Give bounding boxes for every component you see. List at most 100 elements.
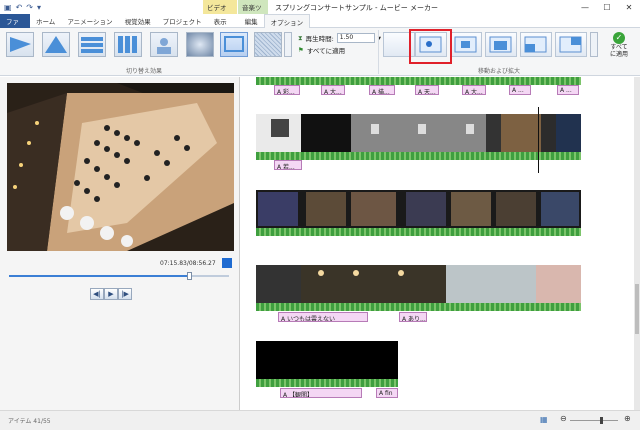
tab-animations[interactable]: アニメーション xyxy=(61,14,118,28)
window-title: スプリングコンサートサンプル - ムービー メーカー xyxy=(275,4,438,12)
caption-clip[interactable]: A 天... xyxy=(415,85,439,95)
play-icon[interactable]: ▶ xyxy=(104,288,118,300)
seek-thumb[interactable] xyxy=(187,272,193,280)
thumbnail-size-icon[interactable]: ▦ xyxy=(540,415,548,424)
previous-frame-icon[interactable]: ◀| xyxy=(90,288,104,300)
seek-bar[interactable] xyxy=(9,272,229,280)
ribbon-divider xyxy=(378,30,379,74)
tab-file[interactable]: ファイル xyxy=(0,14,30,36)
ribbon-tabs: ファイル ホーム アニメーション 視覚効果 プロジェクト 表示 編集 オプション xyxy=(0,14,640,36)
caption-clip[interactable]: A 彩... xyxy=(274,85,300,95)
zoom-thumb[interactable] xyxy=(600,417,603,424)
caption-clip[interactable]: A 大... xyxy=(321,85,345,95)
undo-icon[interactable]: ↶ xyxy=(16,3,23,12)
caption-clip[interactable]: A ... xyxy=(557,85,579,95)
zoom-in-icon[interactable]: ⊕ xyxy=(624,414,631,423)
seek-fill xyxy=(9,275,190,277)
audio-waveform xyxy=(256,77,581,85)
transition-thumb-1[interactable] xyxy=(6,32,34,57)
apply-all-transitions-button[interactable]: すべてに適用 xyxy=(307,45,345,55)
pan-zoom-icon xyxy=(454,36,477,53)
transition-thumb-5[interactable] xyxy=(150,32,178,57)
fullscreen-icon[interactable] xyxy=(222,258,232,268)
transitions-group-label: 切り替え効果 xyxy=(126,68,163,75)
title-bar: ▣ ↶ ↷ ▾ ビデオ ツール 音楽ツール スプリングコンサートサンプル - ム… xyxy=(0,0,640,22)
quick-access-toolbar: ▣ ↶ ↷ ▾ xyxy=(0,3,41,12)
audio-waveform xyxy=(256,228,581,236)
pan-zoom-gallery-scroll[interactable] xyxy=(590,32,598,57)
apply-all-icon: ⚑ xyxy=(298,46,304,54)
caption-clip[interactable]: A 描... xyxy=(369,85,395,95)
transition-thumb-3[interactable] xyxy=(78,32,106,57)
caption-clip[interactable]: A 大... xyxy=(462,85,486,95)
check-icon: ✓ xyxy=(613,32,625,44)
qat-dropdown-icon[interactable]: ▾ xyxy=(37,3,41,12)
redo-icon[interactable]: ↷ xyxy=(26,3,33,12)
duration-icon: ⧗ xyxy=(298,33,303,42)
pan-zoom-icon xyxy=(489,36,512,53)
pan-zoom-icon xyxy=(559,36,582,53)
video-thumbnails xyxy=(256,265,581,303)
playhead[interactable] xyxy=(538,107,539,173)
next-frame-icon[interactable]: |▶ xyxy=(118,288,132,300)
video-clip[interactable] xyxy=(256,341,398,379)
storyboard-scrollbar[interactable] xyxy=(634,77,640,410)
apply-all-pan-zoom-button[interactable]: ✓ すべて に適用 xyxy=(602,32,636,58)
transition-thumb-6[interactable] xyxy=(186,32,214,57)
save-icon[interactable]: ▣ xyxy=(4,3,12,12)
caption-clip[interactable]: A 若... xyxy=(274,160,302,170)
storyboard: A 彩... A 大... A 描... A 天... A 大... A ...… xyxy=(241,77,634,410)
tab-edit[interactable]: 編集 xyxy=(239,14,264,28)
tab-project[interactable]: プロジェクト xyxy=(157,14,208,28)
transition-icon xyxy=(118,36,137,53)
transport-controls: ◀| ▶ |▶ xyxy=(90,288,132,300)
scrollbar-thumb[interactable] xyxy=(635,284,639,334)
pan-zoom-group-label: 移動および拡大 xyxy=(478,68,521,75)
audio-tools-context-tab: 音楽ツール xyxy=(238,0,268,22)
transition-icon xyxy=(10,37,31,52)
pan-zoom-option-6[interactable] xyxy=(555,32,587,57)
transition-gallery-scroll[interactable] xyxy=(284,32,292,57)
tab-visual-effects[interactable]: 視覚効果 xyxy=(119,14,157,28)
transition-thumb-8[interactable] xyxy=(254,32,282,57)
pan-zoom-option-3[interactable] xyxy=(450,32,482,57)
pan-zoom-option-4[interactable] xyxy=(485,32,517,57)
item-count: アイテム 41/55 xyxy=(8,418,51,425)
zoom-out-icon[interactable]: ⊖ xyxy=(560,414,567,423)
transition-icon xyxy=(224,36,244,52)
video-tools-context-tab: ビデオ ツール xyxy=(203,0,237,22)
ribbon: 切り替え効果 ⧗ 再生時間: 1.50 ▾ ⚑ すべてに適用 移動および拡大 ✓… xyxy=(0,28,640,76)
video-thumbnails xyxy=(256,114,581,152)
playback-timestamp: 07:15.83/08:56.27 xyxy=(160,260,216,267)
status-bar: アイテム 41/55 ▦ ⊖ ⊕ xyxy=(0,410,640,430)
minimize-icon[interactable]: — xyxy=(574,0,596,14)
audio-waveform xyxy=(256,303,581,311)
caption-clip[interactable]: A 【観閲】 xyxy=(280,388,362,398)
caption-clip[interactable]: A あり... xyxy=(399,312,427,322)
duration-input[interactable]: 1.50 xyxy=(336,33,375,43)
pan-zoom-option-5[interactable] xyxy=(520,32,552,57)
caption-clip[interactable]: A ... xyxy=(509,85,531,95)
audio-waveform xyxy=(256,379,398,387)
caption-clip[interactable]: A fin xyxy=(376,388,398,398)
maximize-icon[interactable]: ☐ xyxy=(596,0,618,14)
transition-options: ⧗ 再生時間: 1.50 ▾ ⚑ すべてに適用 xyxy=(298,32,381,56)
apply-all-pan-label: すべて に適用 xyxy=(609,44,628,58)
tab-options[interactable]: オプション xyxy=(263,14,311,28)
video-clip[interactable] xyxy=(256,190,581,228)
caption-clip[interactable]: A いつもは雲えない xyxy=(278,312,368,322)
video-thumbnails xyxy=(256,190,581,228)
video-clip[interactable] xyxy=(256,114,581,152)
close-icon[interactable]: ✕ xyxy=(618,0,640,14)
transition-thumb-2[interactable] xyxy=(42,32,70,57)
audio-waveform xyxy=(256,152,581,160)
video-preview[interactable] xyxy=(7,83,234,251)
tab-view[interactable]: 表示 xyxy=(208,14,233,28)
highlight-box xyxy=(409,29,452,64)
zoom-slider[interactable] xyxy=(570,417,618,424)
video-clip[interactable] xyxy=(256,265,581,303)
transition-icon xyxy=(81,37,103,53)
tab-home[interactable]: ホーム xyxy=(30,14,61,28)
transition-thumb-4[interactable] xyxy=(114,32,142,57)
transition-thumb-7[interactable] xyxy=(220,32,248,57)
